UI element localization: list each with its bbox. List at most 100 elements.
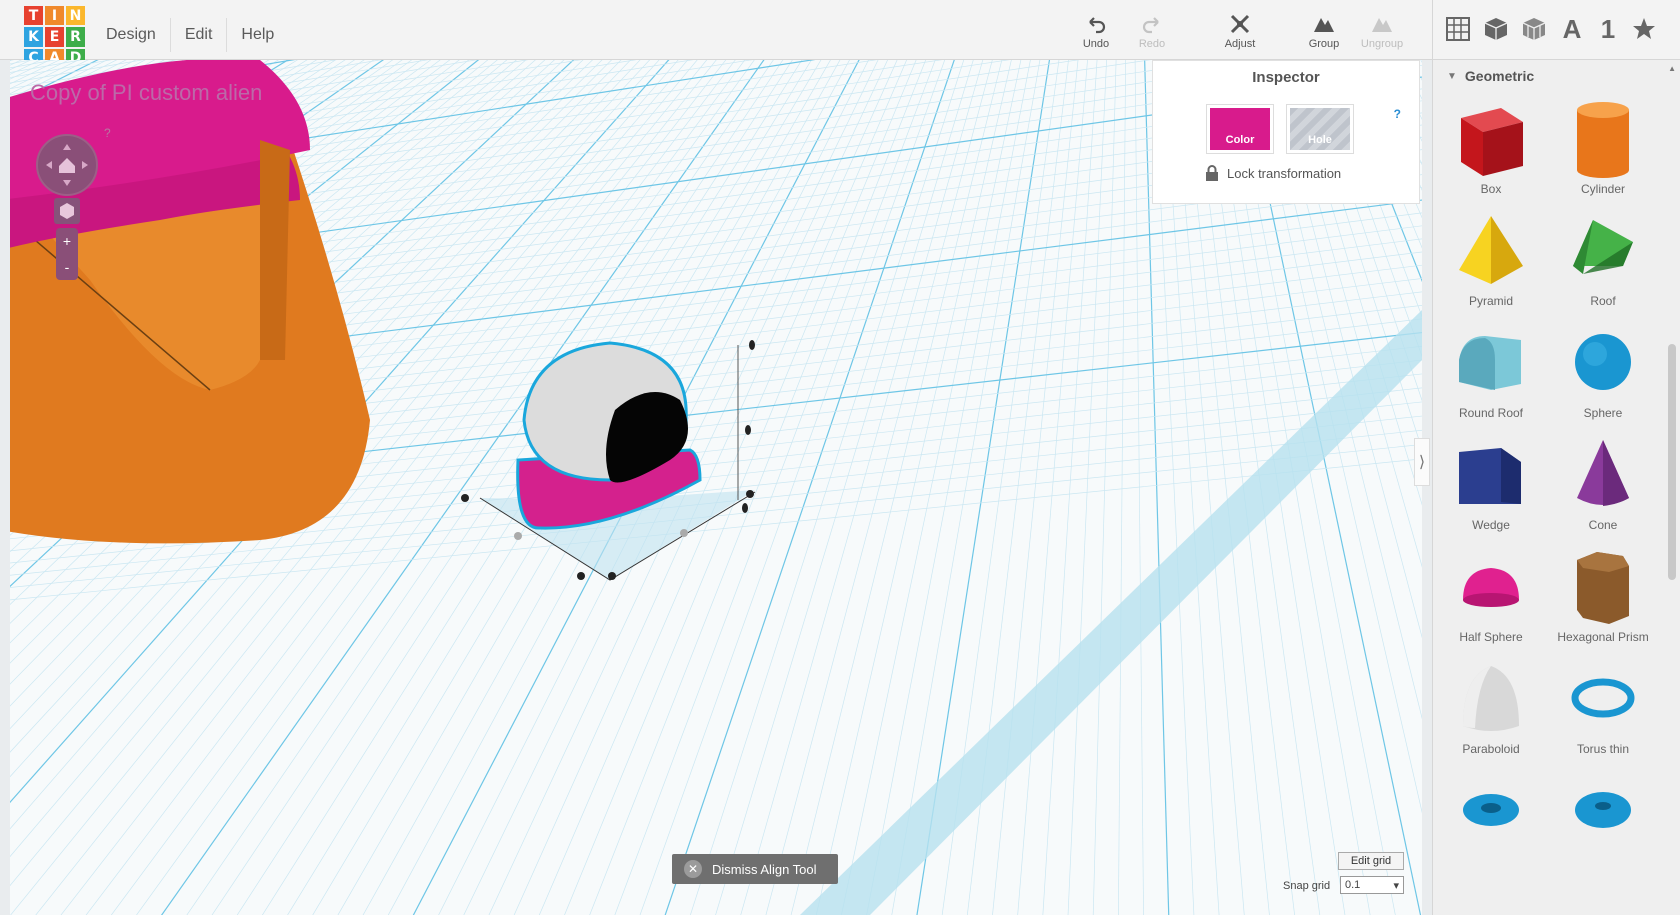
text-icon[interactable]: A [1557, 14, 1587, 44]
shape-label: Box [1480, 182, 1502, 196]
scroll-up-icon[interactable]: ▲ [1668, 64, 1676, 73]
color-label: Color [1225, 134, 1255, 146]
shape-tube[interactable] [1547, 768, 1659, 880]
tinkercad-logo[interactable]: T I N K E R C A D [24, 6, 86, 68]
orbit-control[interactable] [36, 134, 98, 196]
redo-button[interactable]: Redo [1122, 12, 1182, 50]
hex-prism-icon [1577, 552, 1629, 624]
adjust-button[interactable]: Adjust [1210, 12, 1270, 50]
color-swatch[interactable]: Color [1207, 105, 1273, 153]
lock-transformation[interactable]: Lock transformation [1205, 165, 1341, 181]
star-icon[interactable] [1629, 14, 1659, 44]
shape-label: Pyramid [1468, 294, 1513, 308]
shape-round-roof[interactable]: Round Roof [1435, 320, 1547, 432]
shape-label: Wedge [1472, 518, 1510, 532]
shape-label: Roof [1590, 294, 1616, 308]
redo-icon [1142, 17, 1159, 34]
zoom-out-button[interactable]: - [65, 259, 70, 275]
redo-label: Redo [1138, 38, 1166, 50]
number-icon[interactable]: 1 [1593, 14, 1623, 44]
inspector-help[interactable]: ? [1394, 107, 1401, 121]
cone-icon [1577, 440, 1629, 506]
logo-letter: R [66, 27, 85, 47]
logo-letter: K [24, 27, 43, 47]
dismiss-align-tool-button[interactable]: ✕ Dismiss Align Tool [672, 854, 838, 884]
lock-icon [1206, 165, 1218, 181]
shapes-panel: ▲ ▼ Geometric Box Cylinder Pyramid Roof R… [1432, 60, 1680, 915]
round-roof-icon [1459, 336, 1521, 390]
view-cube-icon[interactable] [54, 198, 80, 224]
shape-label: Sphere [1583, 406, 1623, 420]
torus-thin-icon [1571, 678, 1635, 718]
paraboloid-icon [1463, 666, 1519, 731]
half-sphere-icon [1463, 568, 1519, 607]
dismiss-label: Dismiss Align Tool [712, 861, 817, 877]
shape-paraboloid[interactable]: Paraboloid [1435, 656, 1547, 768]
shape-category-header[interactable]: ▼ Geometric [1447, 68, 1534, 84]
shape-cone[interactable]: Cone [1547, 432, 1659, 544]
group-button[interactable]: Group [1294, 12, 1354, 50]
lock-label: Lock transformation [1227, 165, 1342, 181]
collapse-panel-tab[interactable]: ⟩ [1414, 438, 1430, 486]
shape-cylinder[interactable]: Cylinder [1547, 96, 1659, 208]
ungroup-button[interactable]: Ungroup [1352, 12, 1412, 50]
pyramid-icon [1459, 216, 1523, 284]
shape-label: Torus thin [1576, 742, 1630, 756]
snap-grid-select[interactable]: 0.1 ▾ [1340, 876, 1404, 894]
undo-label: Undo [1082, 38, 1110, 50]
nav-help[interactable]: ? [104, 126, 111, 140]
logo-letter: I [45, 6, 64, 26]
shape-label: Round Roof [1458, 406, 1524, 420]
main-menu: Design Edit Help [92, 18, 288, 52]
hole-swatch[interactable]: Hole [1287, 105, 1353, 153]
shape-pyramid[interactable]: Pyramid [1435, 208, 1547, 320]
snap-grid-label: Snap grid [1283, 880, 1331, 892]
shape-half-sphere[interactable]: Half Sphere [1435, 544, 1547, 656]
close-icon: ✕ [684, 860, 702, 878]
home-view-icon[interactable] [38, 136, 96, 194]
torus-icon [1463, 794, 1519, 826]
group-icon [1314, 18, 1334, 32]
shape-label: Half Sphere [1459, 630, 1523, 644]
inspector-title: Inspector [1252, 69, 1320, 86]
box-icon [1461, 108, 1523, 176]
ungroup-icon [1372, 18, 1392, 32]
project-title[interactable]: Copy of PI custom alien [30, 80, 262, 106]
shape-sphere[interactable]: Sphere [1547, 320, 1659, 432]
adjust-label: Adjust [1224, 38, 1256, 50]
shape-label: Paraboloid [1462, 742, 1520, 756]
zoom-in-button[interactable]: + [63, 233, 71, 249]
edit-grid-button[interactable]: Edit grid [1338, 852, 1404, 870]
zoom-control[interactable]: + - [56, 228, 78, 280]
menu-edit[interactable]: Edit [171, 18, 228, 52]
shape-hexagonal-prism[interactable]: Hexagonal Prism [1547, 544, 1659, 656]
tube-icon [1575, 792, 1631, 828]
box-view-icon[interactable] [1481, 14, 1511, 44]
shape-wedge[interactable]: Wedge [1435, 432, 1547, 544]
wireframe-view-icon[interactable] [1519, 14, 1549, 44]
shape-label: Cone [1588, 518, 1618, 532]
logo-letter: T [24, 6, 43, 26]
undo-button[interactable]: Undo [1066, 12, 1126, 50]
cylinder-icon [1577, 102, 1629, 178]
category-label: Geometric [1464, 68, 1535, 84]
snap-grid-value: 0.1 [1345, 879, 1361, 891]
shape-label: Cylinder [1580, 182, 1625, 196]
hole-label: Hole [1308, 134, 1332, 146]
logo-letter: E [45, 27, 64, 47]
panel-scrollbar[interactable] [1668, 344, 1676, 580]
shape-roof[interactable]: Roof [1547, 208, 1659, 320]
undo-icon [1089, 17, 1106, 34]
ungroup-label: Ungroup [1360, 38, 1404, 50]
adjust-icon [1230, 14, 1250, 34]
menu-help[interactable]: Help [227, 18, 288, 52]
logo-letter: N [66, 6, 85, 26]
grid-view-icon[interactable] [1443, 14, 1473, 44]
shape-torus[interactable] [1435, 768, 1547, 880]
menu-design[interactable]: Design [92, 18, 171, 52]
top-bar: T I N K E R C A D Design Edit Help Undo … [0, 0, 1680, 68]
group-label: Group [1308, 38, 1340, 50]
collapse-triangle-icon: ▼ [1447, 70, 1457, 82]
shape-torus-thin[interactable]: Torus thin [1547, 656, 1659, 768]
shape-box[interactable]: Box [1435, 96, 1547, 208]
